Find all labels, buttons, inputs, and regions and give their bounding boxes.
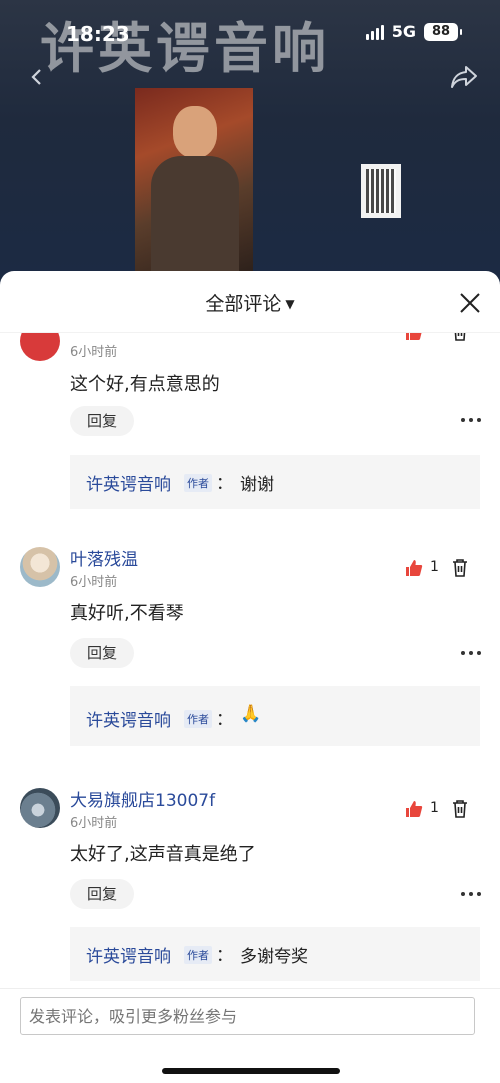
comment-username[interactable]: 大易旗舰店13007f <box>70 786 215 811</box>
author-reply-name[interactable]: 许英谔音响 <box>86 706 171 731</box>
comment-time: 6小时前 <box>70 345 118 360</box>
avatar[interactable] <box>20 333 60 361</box>
reply-button[interactable]: 回复 <box>70 406 134 436</box>
trash-icon[interactable] <box>452 333 468 341</box>
sheet-title: 全部评论 <box>205 293 282 315</box>
author-reply-text: 谢谢 <box>240 475 274 495</box>
author-badge: 作者 <box>184 946 212 964</box>
network-label: 5G <box>391 22 416 41</box>
like-count: 1 <box>430 559 439 575</box>
caret-down-icon: ▼ <box>285 297 295 311</box>
status-time: 18:23 <box>66 22 130 46</box>
comment-text: 太好了,这声音真是绝了 <box>70 844 256 865</box>
author-reply-colon: ： <box>216 710 233 730</box>
thumbs-up-icon[interactable] <box>405 800 423 818</box>
author-badge: 作者 <box>184 710 212 728</box>
home-indicator[interactable] <box>162 1068 340 1074</box>
author-reply[interactable]: 许英谔音响 作者 ： 🙏 <box>70 686 480 746</box>
comment-time: 6小时前 <box>70 575 118 590</box>
battery-icon: 88 <box>424 22 462 41</box>
thumbs-up-icon[interactable] <box>405 559 423 577</box>
comment-username[interactable]: 叶落残温 <box>70 545 138 570</box>
signal-icon <box>365 24 384 40</box>
like-count: 1 <box>430 333 439 337</box>
author-reply-name[interactable]: 许英谔音响 <box>86 942 171 967</box>
author-reply-colon: ： <box>216 946 233 966</box>
avatar[interactable] <box>20 547 60 587</box>
qr-code-image <box>361 164 401 218</box>
close-icon[interactable] <box>458 291 482 315</box>
back-icon[interactable] <box>26 62 48 92</box>
video-portrait-image <box>135 88 253 278</box>
comment-input-bar <box>0 988 500 1083</box>
comment-time: 6小时前 <box>70 816 118 831</box>
author-reply[interactable]: 许英谔音响 作者 ： 谢谢 <box>70 455 480 509</box>
reply-button[interactable]: 回复 <box>70 879 134 909</box>
reply-button[interactable]: 回复 <box>70 638 134 668</box>
status-indicators: 5G 88 <box>365 22 462 41</box>
more-options-icon[interactable] <box>461 418 481 424</box>
author-reply-text: 🙏 <box>240 704 262 724</box>
comment-list[interactable]: 6小时前 这个好,有点意思的 回复 1 许英谔音响 作者 ： 谢谢 叶落残温 6… <box>0 333 500 988</box>
more-options-icon[interactable] <box>461 892 481 898</box>
author-reply-colon: ： <box>216 474 233 494</box>
author-reply-text: 多谢夸奖 <box>240 947 308 967</box>
author-reply-name[interactable]: 许英谔音响 <box>86 470 171 495</box>
author-reply[interactable]: 许英谔音响 作者 ： 多谢夸奖 <box>70 927 480 981</box>
sheet-header: 全部评论 ▼ <box>0 271 500 333</box>
more-options-icon[interactable] <box>461 651 481 657</box>
comment-filter-dropdown[interactable]: 全部评论 ▼ <box>0 289 500 316</box>
comment-input[interactable] <box>20 997 475 1035</box>
trash-icon[interactable] <box>452 800 468 818</box>
avatar[interactable] <box>20 788 60 828</box>
share-icon[interactable] <box>450 64 478 90</box>
author-badge: 作者 <box>184 474 212 492</box>
comment-sheet: 全部评论▼ 6小时前 这个好,有点意思的 回复 1 许英谔音响 作者 ： <box>0 271 500 1083</box>
like-count: 1 <box>430 800 439 816</box>
trash-icon[interactable] <box>452 559 468 577</box>
comment-text: 真好听,不看琴 <box>70 603 184 624</box>
thumbs-up-icon[interactable] <box>405 333 423 341</box>
comment-text: 这个好,有点意思的 <box>70 374 220 395</box>
